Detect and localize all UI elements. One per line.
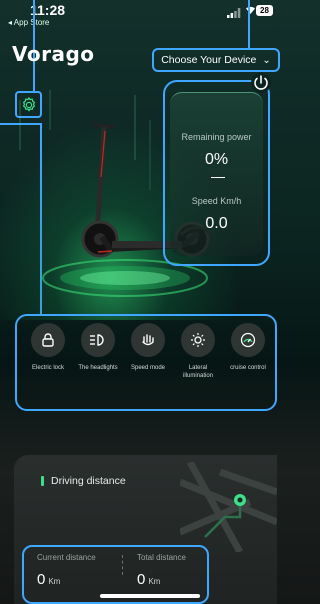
battery-indicator: 28 [256,5,273,16]
lateral-illumination-button[interactable] [181,323,215,357]
speed-mode-button[interactable] [131,323,165,357]
power-speed-panel: Remaining power 0% Speed Km/h 0.0 [163,80,270,266]
status-time: 11:28 [30,2,66,18]
lock-button[interactable] [31,323,65,357]
headlight-icon [90,334,104,346]
power-speed-card: Remaining power 0% Speed Km/h 0.0 [170,92,263,256]
map-thumbnail[interactable] [180,462,277,552]
choose-device-dropdown[interactable]: Choose Your Device ⌄ [152,48,280,72]
lock-icon [42,333,54,347]
feature-label: Lateral illumination [182,365,213,379]
home-indicator[interactable] [100,594,200,598]
signal-icon [227,8,241,18]
back-to-app-store-link[interactable]: ◂ App Store [8,18,49,27]
feature-label: The headlights [78,365,118,371]
feature-electric-lock[interactable]: Electric lock [23,316,73,372]
feature-speed-mode[interactable]: Speed mode [123,316,173,372]
driving-indicator-bar [41,476,44,486]
feature-label: Speed mode [130,365,166,371]
feature-label: Electric lock [31,365,64,371]
feature-controls-panel: Electric lock The headlights Speed mode [15,314,277,411]
current-distance-number: 0 [37,571,46,588]
speed-label: Speed Km/h [191,196,242,206]
speedometer-icon [240,332,256,348]
current-distance-label: Current distance [37,553,96,562]
cruise-control-button[interactable] [231,323,265,357]
total-distance-value: 0 Km [137,571,160,588]
brand-logo: Vorago [12,42,95,66]
feature-cruise-control[interactable]: cruise control [223,316,273,372]
annotation-line [248,0,250,48]
speed-value: 0.0 [205,215,228,232]
stats-divider [122,555,123,575]
distance-unit: Km [48,577,61,586]
sun-light-icon [191,333,205,347]
feature-headlights[interactable]: The headlights [73,316,123,372]
chevron-down-icon: ⌄ [262,54,271,66]
remaining-power-label: Remaining power [181,132,252,142]
current-distance-value: 0 Km [37,571,60,588]
wifi-icon [245,5,256,18]
remaining-power-value: 0% [204,151,229,168]
driving-distance-title: Driving distance [51,475,126,487]
hand-speed-icon [142,334,154,346]
total-distance-label: Total distance [137,553,186,562]
feature-lateral-illumination[interactable]: Lateral illumination [173,316,223,380]
feature-label: cruise control [230,365,266,371]
total-distance-number: 0 [137,571,146,588]
divider [211,177,225,178]
headlights-button[interactable] [81,323,115,357]
device-selector-label: Choose Your Device [161,54,257,66]
power-button[interactable] [250,72,272,94]
distance-unit: Km [148,577,161,586]
